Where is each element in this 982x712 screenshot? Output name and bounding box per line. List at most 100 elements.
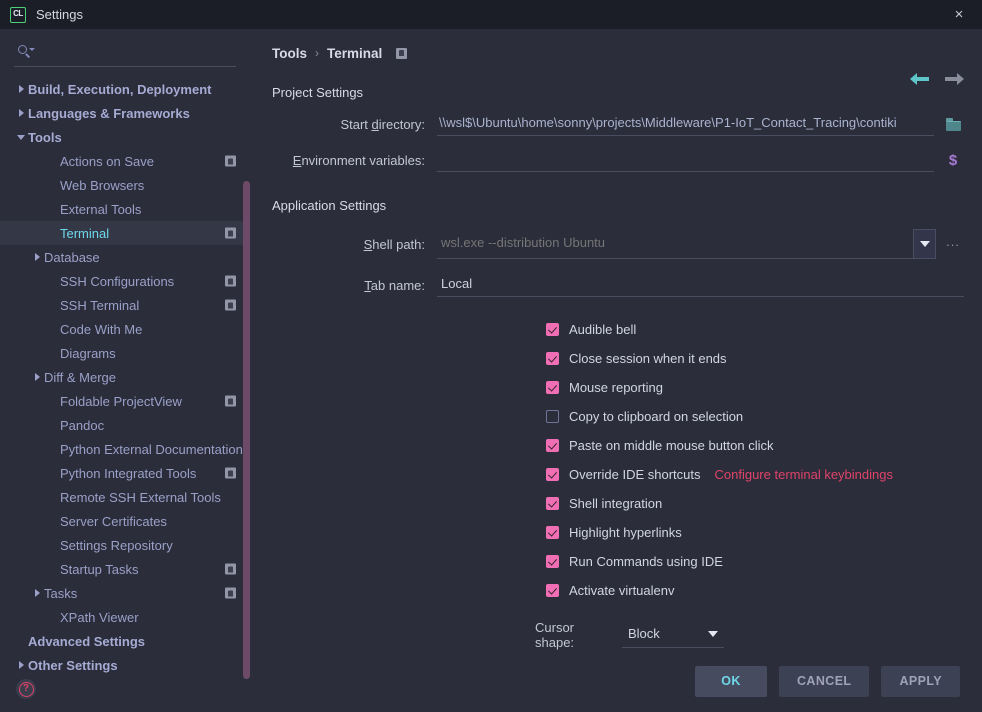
sidebar-item-python-external-documentation[interactable]: Python External Documentation — [0, 437, 250, 461]
sidebar-item-label: Database — [44, 250, 100, 265]
sidebar-item-pandoc[interactable]: Pandoc — [0, 413, 250, 437]
checkbox-label[interactable]: Override IDE shortcuts — [569, 467, 701, 482]
chevron-right-icon[interactable] — [14, 653, 28, 677]
cursor-shape-select[interactable]: Block — [622, 622, 724, 648]
checkbox-close-session-when-it-ends[interactable] — [546, 352, 559, 365]
checkbox-label[interactable]: Paste on middle mouse button click — [569, 438, 774, 453]
sidebar-item-foldable-projectview[interactable]: Foldable ProjectView — [0, 389, 250, 413]
shell-path-dropdown-button[interactable] — [913, 229, 936, 259]
checkbox-label[interactable]: Shell integration — [569, 496, 662, 511]
checkbox-mouse-reporting[interactable] — [546, 381, 559, 394]
sidebar-item-xpath-viewer[interactable]: XPath Viewer — [0, 605, 250, 629]
checkbox-activate-virtualenv[interactable] — [546, 584, 559, 597]
sidebar-item-build-execution-deployment[interactable]: Build, Execution, Deployment — [0, 77, 250, 101]
checkbox-shell-integration[interactable] — [546, 497, 559, 510]
sidebar-item-diff-merge[interactable]: Diff & Merge — [0, 365, 250, 389]
checkbox-override-ide-shortcuts[interactable] — [546, 468, 559, 481]
checkbox-label[interactable]: Activate virtualenv — [569, 583, 675, 598]
checkbox-label[interactable]: Audible bell — [569, 322, 636, 337]
sidebar-scrollbar[interactable] — [243, 181, 250, 679]
shell-path-combobox[interactable] — [437, 229, 936, 259]
sidebar-item-startup-tasks[interactable]: Startup Tasks — [0, 557, 250, 581]
chevron-right-icon[interactable] — [14, 101, 28, 125]
arrow-placeholder — [46, 197, 60, 221]
checkbox-run-commands-using-ide[interactable] — [546, 555, 559, 568]
sidebar-item-external-tools[interactable]: External Tools — [0, 197, 250, 221]
ok-button[interactable]: OK — [695, 666, 767, 697]
apply-button[interactable]: APPLY — [881, 666, 960, 697]
arrow-placeholder — [14, 629, 28, 653]
sidebar-item-remote-ssh-external-tools[interactable]: Remote SSH External Tools — [0, 485, 250, 509]
sidebar-item-advanced-settings[interactable]: Advanced Settings — [0, 629, 250, 653]
start-directory-input[interactable] — [437, 112, 934, 136]
breadcrumb-parent[interactable]: Tools — [272, 46, 307, 61]
browse-folder-button[interactable] — [942, 112, 964, 136]
project-scope-badge-icon — [225, 156, 236, 167]
sidebar-item-label: Languages & Frameworks — [28, 106, 190, 121]
sidebar-item-label: Other Settings — [28, 658, 118, 673]
sidebar-item-actions-on-save[interactable]: Actions on Save — [0, 149, 250, 173]
shell-path-input[interactable] — [437, 229, 913, 259]
chevron-right-icon[interactable] — [30, 365, 44, 389]
chevron-down-icon[interactable] — [14, 125, 28, 149]
sidebar-item-code-with-me[interactable]: Code With Me — [0, 317, 250, 341]
sidebar-item-tasks[interactable]: Tasks — [0, 581, 250, 605]
arrow-placeholder — [46, 557, 60, 581]
environment-variables-button[interactable]: $ — [942, 148, 964, 172]
sidebar-item-label: Build, Execution, Deployment — [28, 82, 211, 97]
sidebar-item-other-settings[interactable]: Other Settings — [0, 653, 250, 677]
checkbox-paste-on-middle-mouse-button-click[interactable] — [546, 439, 559, 452]
sidebar-item-diagrams[interactable]: Diagrams — [0, 341, 250, 365]
back-arrow-icon[interactable] — [910, 71, 930, 87]
checkbox-label[interactable]: Close session when it ends — [569, 351, 727, 366]
sidebar-item-ssh-configurations[interactable]: SSH Configurations — [0, 269, 250, 293]
shell-path-row: Shell path: ... — [250, 229, 982, 259]
checkbox-audible-bell[interactable] — [546, 323, 559, 336]
checkbox-row: Shell integration — [546, 489, 982, 518]
sidebar-item-ssh-terminal[interactable]: SSH Terminal — [0, 293, 250, 317]
sidebar-item-terminal[interactable]: Terminal — [0, 221, 250, 245]
sidebar-item-database[interactable]: Database — [0, 245, 250, 269]
chevron-right-icon[interactable] — [14, 77, 28, 101]
project-settings-heading: Project Settings — [272, 85, 982, 100]
sidebar-item-tools[interactable]: Tools — [0, 125, 250, 149]
sidebar-item-label: Settings Repository — [60, 538, 173, 553]
checkbox-highlight-hyperlinks[interactable] — [546, 526, 559, 539]
tab-name-label: Tab name: — [272, 278, 425, 293]
shell-path-browse-button[interactable]: ... — [942, 234, 964, 255]
search-input[interactable] — [40, 43, 236, 60]
environment-variables-label: Environment variables: — [272, 153, 425, 168]
breadcrumb-current: Terminal — [327, 46, 382, 61]
shell-path-label: Shell path: — [272, 237, 425, 252]
search-row[interactable] — [14, 37, 236, 67]
sidebar-item-label: External Tools — [60, 202, 141, 217]
close-icon[interactable]: × — [936, 0, 982, 29]
checkbox-label[interactable]: Mouse reporting — [569, 380, 663, 395]
chevron-right-icon[interactable] — [30, 245, 44, 269]
checkbox-label[interactable]: Copy to clipboard on selection — [569, 409, 743, 424]
arrow-placeholder — [46, 149, 60, 173]
forward-arrow-icon[interactable] — [944, 71, 964, 87]
chevron-right-icon[interactable] — [30, 581, 44, 605]
checkbox-row: Mouse reporting — [546, 373, 982, 402]
project-scope-badge-icon — [225, 276, 236, 287]
environment-variables-input[interactable] — [437, 148, 934, 172]
sidebar-item-python-integrated-tools[interactable]: Python Integrated Tools — [0, 461, 250, 485]
sidebar-item-languages-frameworks[interactable]: Languages & Frameworks — [0, 101, 250, 125]
sidebar-item-server-certificates[interactable]: Server Certificates — [0, 509, 250, 533]
project-scope-badge-icon — [225, 468, 236, 479]
sidebar-item-label: Pandoc — [60, 418, 104, 433]
project-scope-badge-icon — [225, 228, 236, 239]
tab-name-input[interactable] — [437, 273, 964, 297]
help-button[interactable]: ? — [16, 679, 36, 699]
sidebar-item-web-browsers[interactable]: Web Browsers — [0, 173, 250, 197]
cancel-button[interactable]: CANCEL — [779, 666, 869, 697]
project-scope-badge-icon — [225, 588, 236, 599]
sidebar-item-settings-repository[interactable]: Settings Repository — [0, 533, 250, 557]
sidebar-item-label: Foldable ProjectView — [60, 394, 182, 409]
checkbox-copy-to-clipboard-on-selection[interactable] — [546, 410, 559, 423]
configure-terminal-keybindings-link[interactable]: Configure terminal keybindings — [715, 467, 893, 482]
checkbox-label[interactable]: Highlight hyperlinks — [569, 525, 682, 540]
tab-name-row: Tab name: — [250, 273, 982, 297]
checkbox-label[interactable]: Run Commands using IDE — [569, 554, 723, 569]
